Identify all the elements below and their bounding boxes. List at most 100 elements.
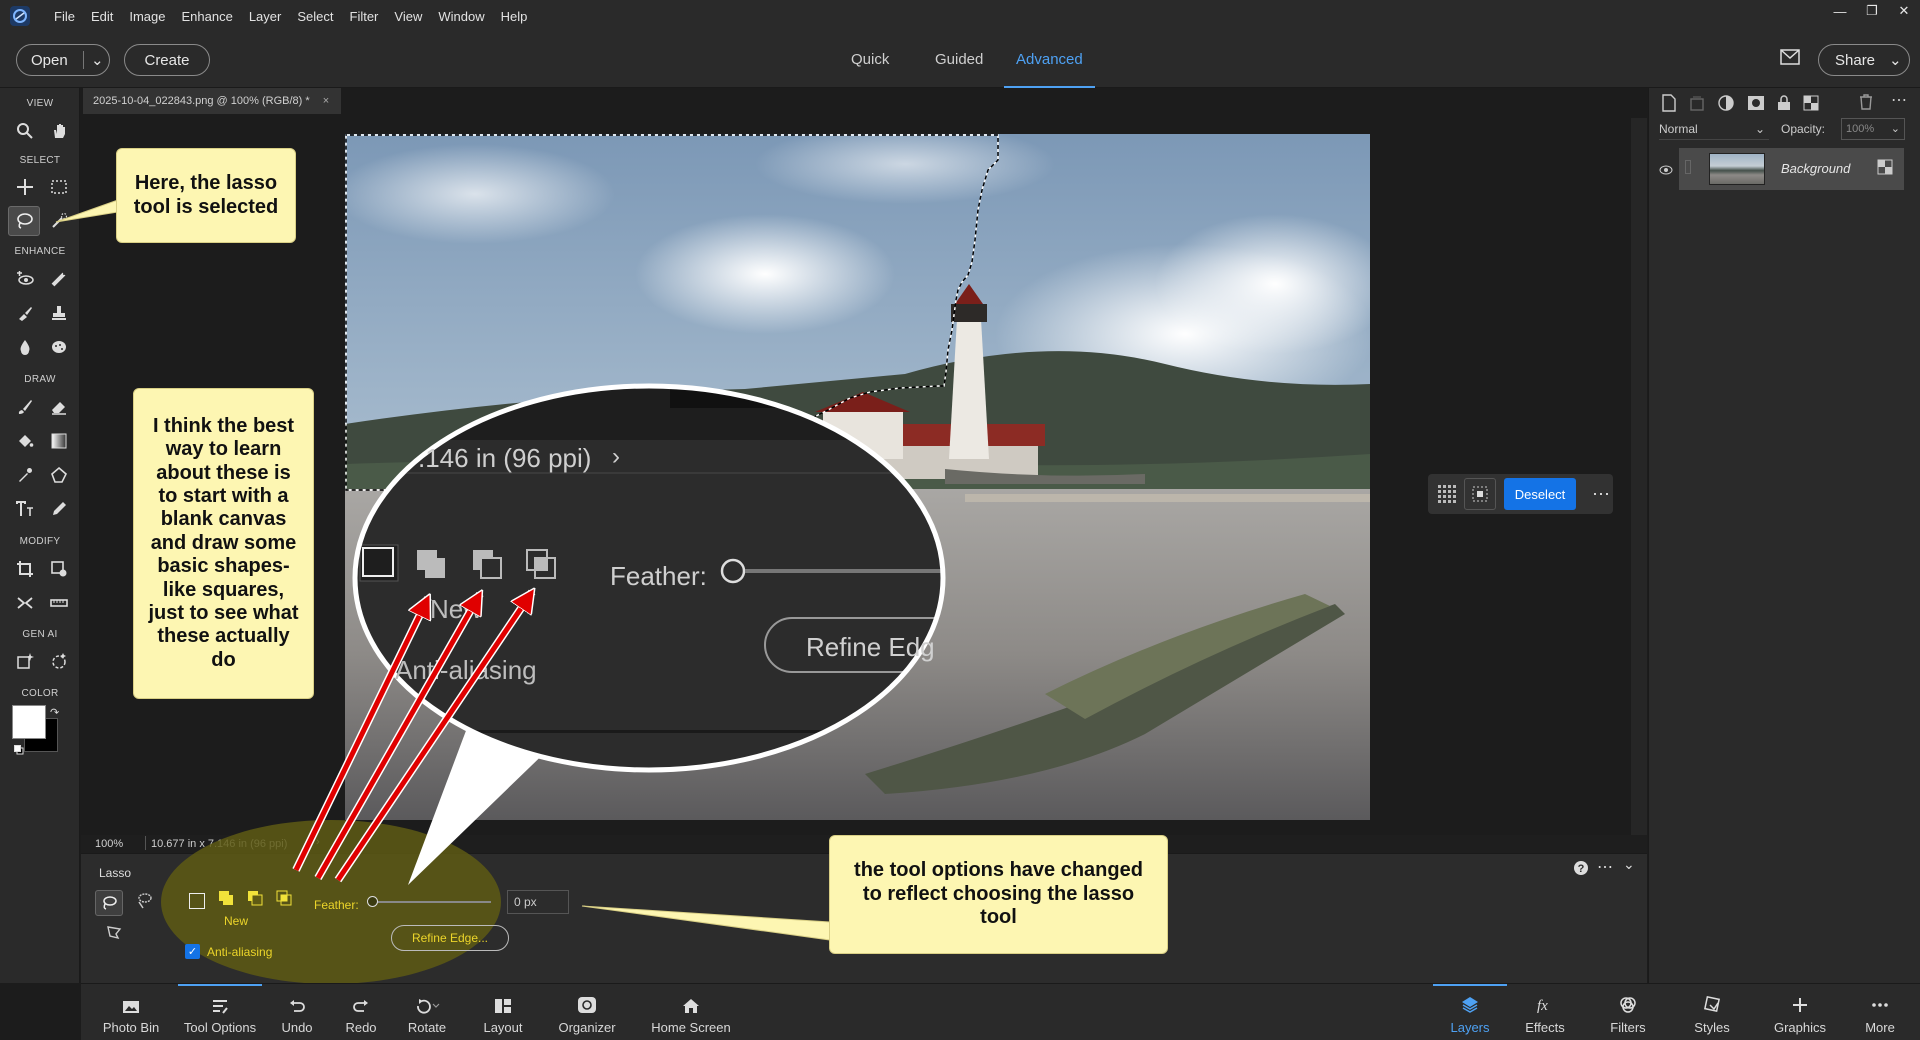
magnetic-lasso-icon[interactable] <box>135 892 153 915</box>
foreground-color-swatch[interactable] <box>12 705 46 739</box>
deselect-button[interactable]: Deselect <box>1504 478 1576 510</box>
lock-transparency-icon[interactable] <box>1803 95 1819 116</box>
document-tab[interactable]: 2025-10-04_022843.png @ 100% (RGB/8) * × <box>83 88 342 114</box>
blend-mode-select[interactable]: Normal ⌄ <box>1659 118 1769 140</box>
eyedropper-tool-icon[interactable] <box>10 460 40 490</box>
share-button[interactable]: Share ⌄ <box>1818 44 1910 76</box>
undo-button[interactable]: Undo <box>267 984 327 1040</box>
mask-icon[interactable] <box>1464 478 1496 510</box>
open-button[interactable]: Open ⌄ <box>16 44 110 76</box>
tool-options-button[interactable]: Tool Options <box>178 984 262 1040</box>
brush-tool-icon[interactable] <box>10 392 40 422</box>
refine-edge-button[interactable]: Refine Edge... <box>391 925 509 951</box>
tab-guided[interactable]: Guided <box>935 32 983 88</box>
menu-file[interactable]: File <box>46 9 83 24</box>
adjustment-layer-icon[interactable] <box>1717 94 1735 117</box>
menu-select[interactable]: Select <box>289 9 341 24</box>
grid-icon[interactable] <box>1436 483 1458 505</box>
marquee-tool-icon[interactable] <box>44 172 74 202</box>
more-options-icon[interactable]: ⋯ <box>1597 857 1613 877</box>
eraser-tool-icon[interactable] <box>44 392 74 422</box>
photo-bin-button[interactable]: Photo Bin <box>89 984 173 1040</box>
tab-advanced[interactable]: Advanced <box>1004 32 1095 88</box>
feather-slider-thumb[interactable] <box>367 896 378 907</box>
sponge-tool-icon[interactable] <box>44 332 74 362</box>
smart-brush-tool-icon[interactable] <box>10 298 40 328</box>
layer-mask-icon[interactable] <box>1747 95 1765 116</box>
more-options-icon[interactable]: ⋯ <box>1592 484 1611 505</box>
type-tool-icon[interactable] <box>10 494 40 524</box>
blur-tool-icon[interactable] <box>10 332 40 362</box>
new-selection-icon[interactable] <box>189 892 205 909</box>
panel-menu-icon[interactable]: ⋯ <box>1891 90 1907 110</box>
help-icon[interactable]: ? <box>1573 860 1589 881</box>
vertical-scrollbar[interactable] <box>1631 118 1647 853</box>
crop-tool-icon[interactable] <box>10 554 40 584</box>
layer-row-background[interactable]: Background <box>1679 148 1904 190</box>
paint-bucket-tool-icon[interactable] <box>10 426 40 456</box>
zoom-level[interactable]: 100% <box>95 838 123 850</box>
visibility-eye-icon[interactable] <box>1659 162 1673 180</box>
tab-quick[interactable]: Quick <box>851 32 889 88</box>
polygonal-lasso-icon[interactable] <box>105 924 123 947</box>
feather-input[interactable]: 0 px <box>507 890 569 914</box>
menu-help[interactable]: Help <box>493 9 536 24</box>
layers-button[interactable]: Layers <box>1433 984 1507 1040</box>
add-to-selection-icon[interactable] <box>218 890 234 911</box>
custom-shape-tool-icon[interactable] <box>44 460 74 490</box>
red-eye-tool-icon[interactable] <box>10 264 40 294</box>
home-screen-button[interactable]: Home Screen <box>649 984 733 1040</box>
menu-enhance[interactable]: Enhance <box>174 9 241 24</box>
minimize-icon[interactable]: — <box>1824 0 1856 22</box>
filters-button[interactable]: Filters <box>1593 984 1663 1040</box>
collapse-chevron-icon[interactable]: ⌄ <box>1623 856 1635 873</box>
anti-aliasing-checkbox[interactable]: ✓ <box>185 944 200 959</box>
subtract-from-selection-icon[interactable] <box>247 890 263 911</box>
opacity-input[interactable]: 100% ⌄ <box>1841 118 1905 140</box>
create-button[interactable]: Create <box>124 44 210 76</box>
organizer-button[interactable]: Organizer <box>547 984 627 1040</box>
lasso-tool-icon[interactable] <box>8 206 40 236</box>
chevron-down-icon[interactable]: ⌄ <box>91 51 104 69</box>
rotate-button[interactable]: Rotate <box>397 984 457 1040</box>
menu-window[interactable]: Window <box>430 9 492 24</box>
pencil-tool-icon[interactable] <box>44 494 74 524</box>
lock-icon[interactable] <box>1777 95 1791 116</box>
menu-filter[interactable]: Filter <box>342 9 387 24</box>
new-layer-icon[interactable] <box>1661 94 1677 117</box>
graphics-button[interactable]: Graphics <box>1759 984 1841 1040</box>
hand-tool-icon[interactable] <box>44 116 74 146</box>
generative-remove-tool-icon[interactable] <box>44 646 74 676</box>
intersect-selection-icon[interactable] <box>276 890 292 911</box>
menu-image[interactable]: Image <box>121 9 173 24</box>
gradient-tool-icon[interactable] <box>44 426 74 456</box>
generative-fill-tool-icon[interactable] <box>10 646 40 676</box>
menu-edit[interactable]: Edit <box>83 9 121 24</box>
clone-stamp-tool-icon[interactable] <box>44 298 74 328</box>
default-colors-icon[interactable] <box>14 742 24 755</box>
styles-button[interactable]: Styles <box>1677 984 1747 1040</box>
swap-colors-icon[interactable]: ↷ <box>50 706 59 719</box>
redo-button[interactable]: Redo <box>331 984 391 1040</box>
close-icon[interactable]: ✕ <box>1888 0 1920 22</box>
canvas-image[interactable] <box>345 134 1370 820</box>
close-tab-icon[interactable]: × <box>323 95 329 107</box>
restore-icon[interactable]: ❐ <box>1856 0 1888 22</box>
lasso-variant-icon[interactable] <box>95 890 123 916</box>
feather-slider[interactable] <box>371 901 491 903</box>
mail-icon[interactable] <box>1780 49 1800 70</box>
quick-selection-tool-icon[interactable] <box>44 206 74 236</box>
menu-view[interactable]: View <box>386 9 430 24</box>
move-tool-icon[interactable] <box>10 172 40 202</box>
spot-healing-tool-icon[interactable] <box>44 264 74 294</box>
content-aware-move-tool-icon[interactable] <box>10 588 40 618</box>
layout-button[interactable]: Layout <box>473 984 533 1040</box>
recompose-tool-icon[interactable] <box>44 554 74 584</box>
zoom-tool-icon[interactable] <box>10 116 40 146</box>
menu-layer[interactable]: Layer <box>241 9 290 24</box>
trash-icon[interactable] <box>1859 94 1873 115</box>
new-group-icon[interactable] <box>1689 94 1705 117</box>
effects-button[interactable]: fx Effects <box>1513 984 1577 1040</box>
straighten-tool-icon[interactable] <box>44 588 74 618</box>
more-button[interactable]: More <box>1845 984 1915 1040</box>
